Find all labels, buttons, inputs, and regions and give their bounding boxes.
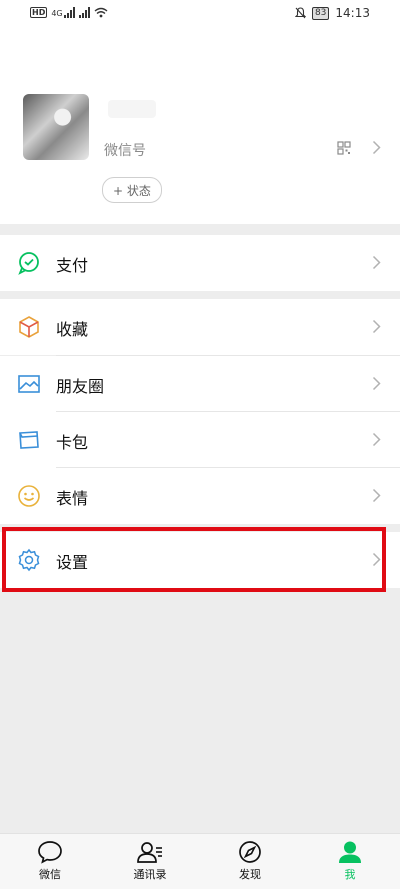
status-button[interactable]: + 状态 [102,177,162,203]
card-wallet-icon [19,431,39,449]
clock: 14:13 [335,6,370,20]
qr-code-icon[interactable] [337,141,351,155]
menu-item-favorites[interactable]: 收藏 [0,299,400,355]
signal-icon-2 [78,7,90,18]
bottom-tab-bar: 微信 通讯录 发现 我 [0,833,400,889]
signal-icon: 4G [51,7,75,18]
status-button-label: + 状态 [113,183,151,198]
tab-me[interactable]: 我 [310,834,390,889]
tab-label: 我 [344,868,356,881]
menu-label-stickers: 表情 [56,489,89,508]
moments-photo-icon [18,375,40,393]
chevron-right-icon [372,319,381,334]
nickname-redacted [108,100,156,118]
menu-label-settings: 设置 [56,553,89,572]
person-icon [339,841,361,863]
tab-label: 通讯录 [133,868,167,881]
chevron-right-icon [372,376,381,391]
tab-contacts[interactable]: 通讯录 [110,834,190,889]
hd-badge: HD [30,7,48,18]
network-type: 4G [51,9,63,18]
tab-discover[interactable]: 发现 [210,834,290,889]
tab-label: 微信 [39,868,61,881]
battery-indicator: 83 [311,6,330,20]
menu-label-cards: 卡包 [56,433,89,452]
menu-label-moments: 朋友圈 [56,377,105,396]
profile-header[interactable]: 微信号 + 状态 [0,28,400,224]
menu-item-pay[interactable]: 支付 [0,235,400,291]
chevron-right-icon [372,140,381,155]
mute-bell-icon [294,7,306,19]
contacts-icon [137,842,162,863]
menu-item-cards[interactable]: 卡包 [0,412,400,468]
tab-label: 发现 [239,868,261,881]
avatar[interactable] [23,94,89,160]
gear-icon [18,548,40,572]
favorites-cube-icon [19,316,39,338]
chat-bubble-icon [38,841,62,864]
smiley-icon [18,485,40,507]
wifi-icon [94,7,108,18]
compass-icon [239,841,261,863]
menu-item-moments[interactable]: 朋友圈 [0,356,400,412]
menu-item-stickers[interactable]: 表情 [0,468,400,524]
chevron-right-icon [372,488,381,503]
status-bar: HD 4G 83 14:13 [0,0,400,28]
menu-item-settings[interactable]: 设置 [0,532,400,588]
menu-label-pay: 支付 [56,256,89,275]
chevron-right-icon [372,255,381,270]
chevron-right-icon [372,432,381,447]
chevron-right-icon [372,552,381,567]
menu-label-favorites: 收藏 [56,320,89,339]
wechat-id-label: 微信号 [104,143,146,159]
tab-chats[interactable]: 微信 [10,834,90,889]
pay-icon [18,252,39,275]
